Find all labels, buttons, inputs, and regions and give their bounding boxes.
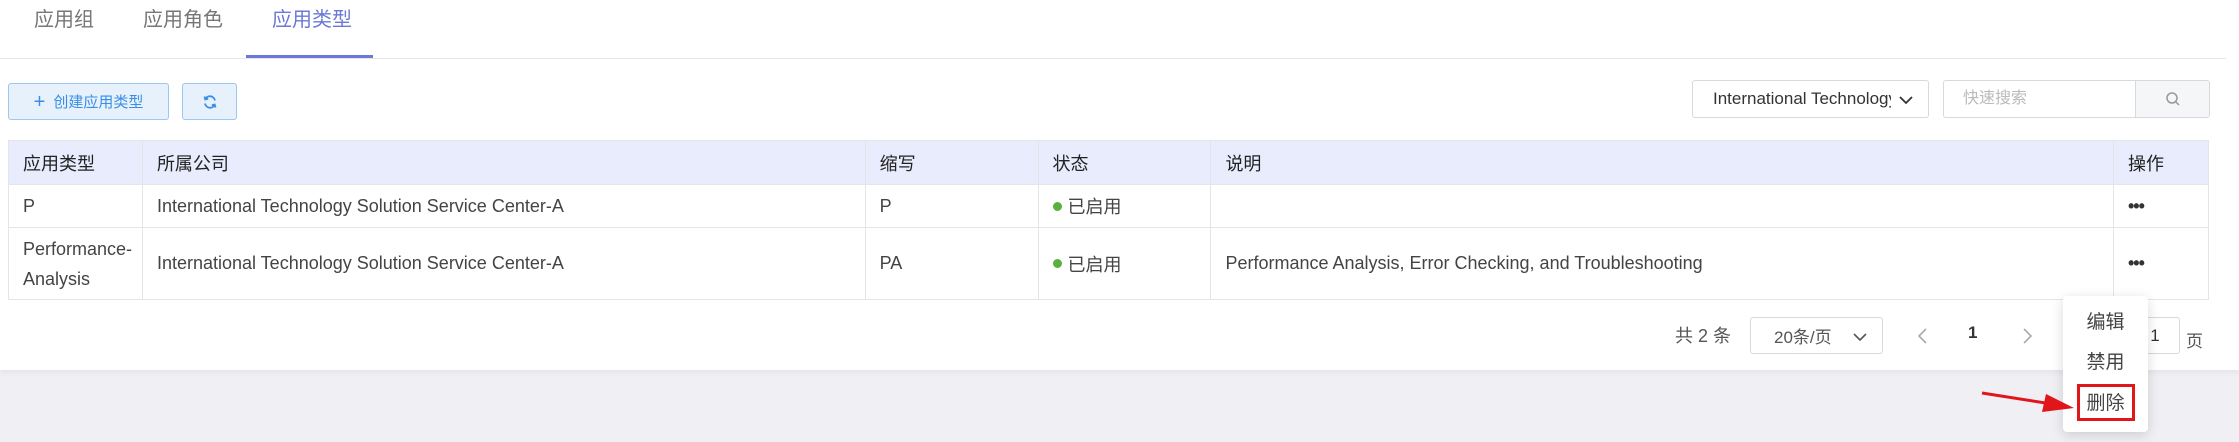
tab-bar: 应用组 应用角色 应用类型 (0, 0, 2226, 59)
cell-action: ••• (2113, 184, 2209, 228)
col-header-action: 操作 (2113, 140, 2209, 185)
page-size-value: 20条/页 (1774, 328, 1832, 347)
refresh-icon (203, 94, 216, 109)
col-header-abbr: 缩写 (864, 140, 1039, 185)
pagination-current-page[interactable]: 1 (1968, 323, 1977, 343)
chevron-down-icon (1899, 96, 1913, 105)
cell-type: Performance-Analysis (8, 227, 143, 300)
content-card: 应用组 应用角色 应用类型 + 创建应用类型 International Tec… (0, 0, 2239, 370)
status-text: 已启用 (1067, 254, 1122, 275)
cell-desc (1210, 184, 2114, 228)
cell-desc: Performance Analysis, Error Checking, an… (1210, 227, 2114, 300)
company-select-value: International Technology Solution Servic… (1713, 89, 1891, 108)
pagination-total: 共 2 条 (1675, 326, 1732, 346)
status-dot-icon (1052, 259, 1062, 268)
tab-app-group[interactable]: 应用组 (34, 0, 94, 59)
create-app-type-button[interactable]: + 创建应用类型 (8, 83, 169, 120)
more-actions-icon[interactable]: ••• (2128, 196, 2145, 216)
refresh-button[interactable] (182, 83, 237, 120)
plus-icon: + (33, 90, 46, 113)
menu-item-edit[interactable]: 编辑 (2063, 304, 2148, 342)
chevron-down-icon (1853, 333, 1867, 342)
chevron-right-icon[interactable] (2018, 321, 2036, 351)
cell-abbr: P (864, 184, 1039, 228)
annotation-arrow-icon (1981, 391, 2074, 412)
cell-company: International Technology Solution Servic… (141, 227, 866, 300)
table-header-row: 应用类型 所属公司 缩写 状态 说明 操作 (8, 140, 2209, 185)
col-header-company: 所属公司 (141, 140, 866, 185)
tab-app-role[interactable]: 应用角色 (143, 0, 223, 59)
menu-item-disable[interactable]: 禁用 (2063, 344, 2148, 382)
pagination-suffix: 页 (2186, 332, 2203, 351)
cell-action: ••• (2113, 227, 2209, 300)
tab-app-type[interactable]: 应用类型 (272, 0, 352, 59)
cell-type: P (8, 184, 143, 228)
status-badge: 已启用 (1052, 193, 1122, 219)
company-select[interactable]: International Technology Solution Servic… (1692, 80, 1929, 118)
search-icon (2165, 92, 2180, 106)
chevron-left-icon[interactable] (1914, 321, 1932, 351)
status-text: 已启用 (1067, 197, 1122, 217)
search-input[interactable] (1943, 80, 2136, 118)
more-actions-icon[interactable]: ••• (2128, 253, 2145, 273)
search-button[interactable] (2135, 80, 2210, 118)
status-dot-icon (1052, 201, 1062, 211)
cell-company: International Technology Solution Servic… (141, 184, 866, 228)
cell-status: 已启用 (1037, 227, 1212, 300)
col-header-status: 状态 (1037, 140, 1212, 185)
col-header-type: 应用类型 (8, 140, 143, 185)
table-row: Performance-Analysis International Techn… (8, 227, 2209, 300)
table-row: P International Technology Solution Serv… (8, 184, 2209, 228)
status-badge: 已启用 (1052, 251, 1122, 277)
active-tab-indicator (246, 55, 373, 58)
page-size-select[interactable]: 20条/页 (1750, 317, 1883, 354)
create-button-label: 创建应用类型 (53, 94, 144, 111)
cell-abbr: PA (864, 227, 1039, 300)
annotation-highlight-box (2077, 384, 2135, 421)
app-type-table: 应用类型 所属公司 缩写 状态 说明 操作 P International Te… (8, 140, 2209, 300)
cell-status: 已启用 (1037, 184, 1212, 228)
col-header-desc: 说明 (1210, 140, 2114, 185)
